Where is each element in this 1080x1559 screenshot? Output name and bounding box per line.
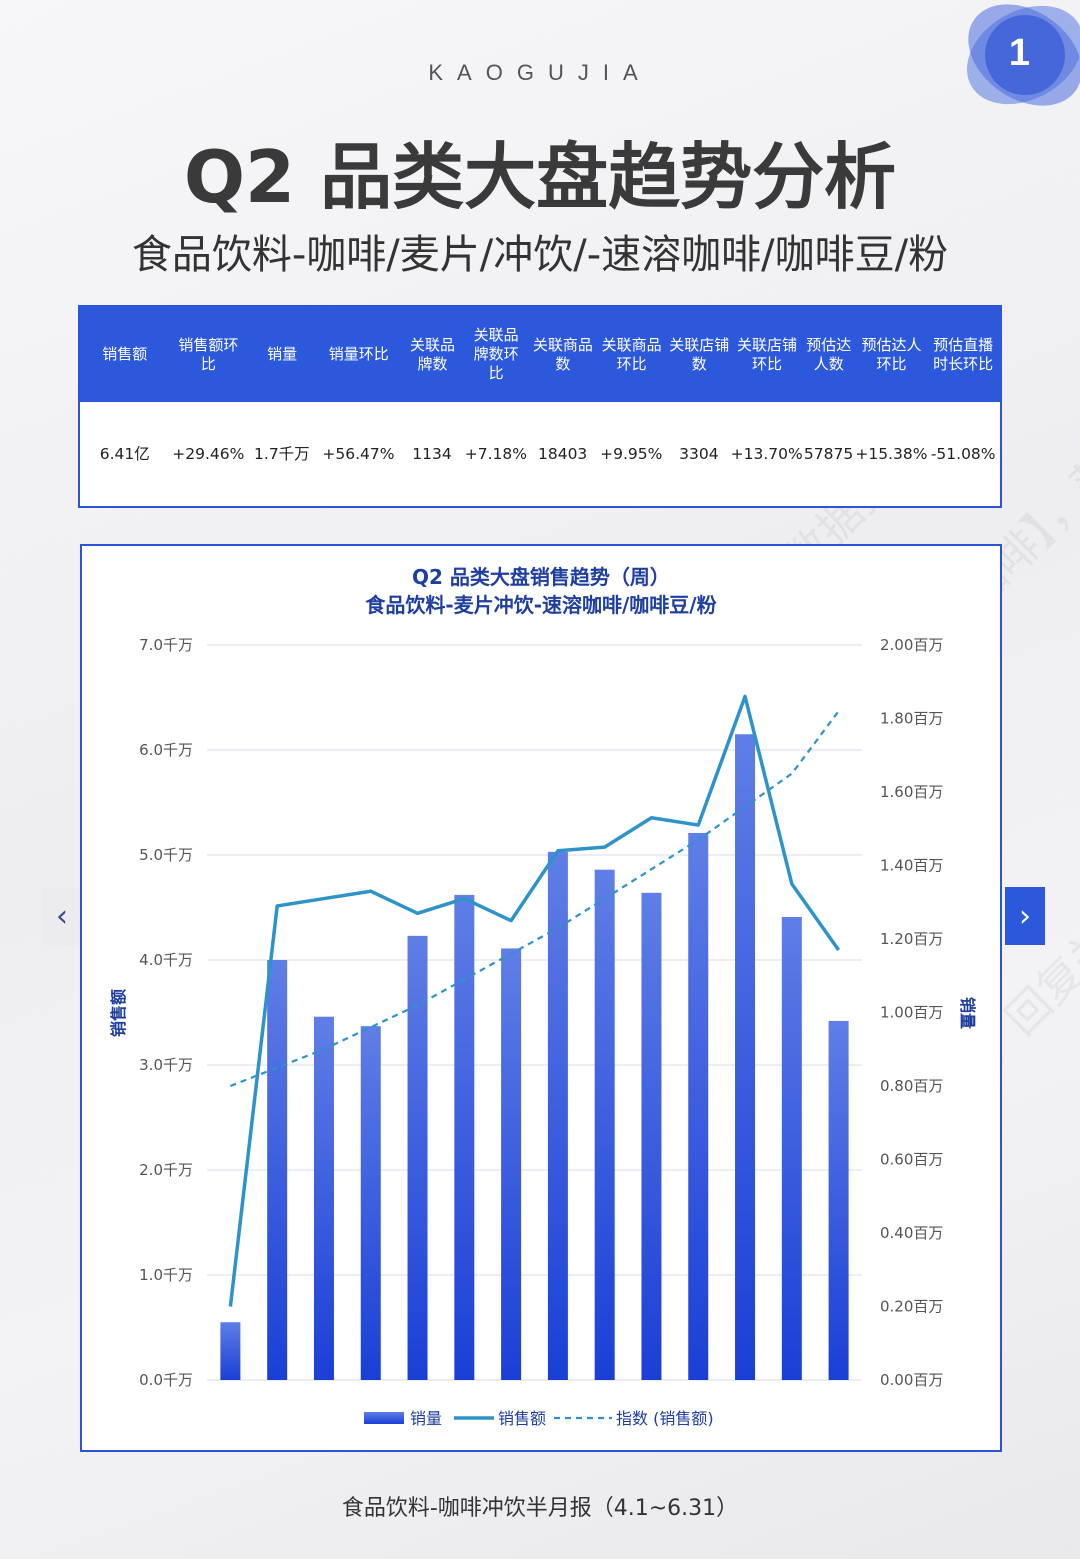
next-page-button[interactable]: › (1005, 887, 1045, 945)
kpi-header-cell: 预估达人环比 (861, 335, 922, 373)
left-tick-label: 3.0千万 (139, 1056, 193, 1074)
bar-7 (501, 948, 522, 1380)
footer-note: 食品饮料-咖啡冲饮半月报（4.1~6.31） (341, 1496, 739, 1521)
right-tick-label: 1.40百万 (880, 857, 943, 875)
kpi-value-cell: +9.95% (600, 444, 663, 463)
brand-name: KAOGUJIA (428, 60, 652, 85)
kpi-header-row: 销售额 销售额环比 销量 销量环比 关联品牌数 关联品牌数环比 关联商品数 关联商品环比 关联店… (80, 307, 1000, 402)
bar-1 (220, 1322, 241, 1380)
kpi-header-cell: 关联店铺环比 (737, 335, 798, 373)
left-tick-label: 4.0千万 (139, 951, 193, 969)
bar-3 (313, 1016, 334, 1380)
kpi-value-cell: +29.46% (172, 444, 245, 463)
left-tick-label: 0.0千万 (139, 1371, 193, 1389)
left-tick-label: 7.0千万 (139, 636, 193, 654)
kpi-value-cell: +13.70% (730, 444, 803, 463)
right-tick-label: 2.00百万 (880, 636, 943, 654)
right-tick-label: 1.00百万 (880, 1004, 943, 1022)
kpi-value-cell: 18403 (537, 444, 588, 463)
kpi-header-cell: 销量环比 (328, 345, 389, 363)
left-axis-title: 销售额 (109, 989, 128, 1037)
right-tick-label: 0.40百万 (880, 1224, 943, 1242)
legend-label-trend: 指数 (销售额) (616, 1409, 714, 1428)
right-tick-label: 1.60百万 (880, 783, 943, 801)
kpi-table: 销售额 销售额环比 销量 销量环比 关联品牌数 关联品牌数环比 关联商品数 关联商品环比 关联店… (78, 305, 1002, 508)
kpi-value-cell: +15.38% (855, 444, 928, 463)
bar-11 (688, 832, 709, 1380)
left-tick-label: 1.0千万 (139, 1266, 193, 1284)
kpi-header-cell: 预估达人数 (806, 335, 852, 373)
right-tick-label: 0.20百万 (880, 1298, 943, 1316)
left-tick-label: 2.0千万 (139, 1161, 193, 1179)
bar-12 (735, 734, 756, 1380)
bar-9 (594, 869, 615, 1380)
bar-10 (641, 892, 662, 1380)
right-tick-label: 1.80百万 (880, 710, 943, 728)
kpi-header-cell: 销售额环比 (178, 335, 239, 373)
kpi-header-cell: 销量 (267, 345, 298, 363)
chart-subtitle: 食品饮料-麦片冲饮-速溶咖啡/咖啡豆/粉 (365, 593, 716, 617)
kpi-value-row: 6.41亿 +29.46% 1.7千万 +56.47% 1134 +7.18% 18403 +… (80, 402, 1000, 506)
right-tick-label: 0.00百万 (880, 1371, 943, 1389)
right-axis-title: 销量 (958, 997, 977, 1029)
bar-13 (781, 916, 802, 1380)
legend-label-line: 销售额 (498, 1409, 546, 1428)
kpi-header-cell: 关联店铺数 (669, 335, 730, 373)
right-tick-label: 1.20百万 (880, 930, 943, 948)
legend-label-bars: 销量 (410, 1409, 442, 1428)
right-tick-label: 0.80百万 (880, 1077, 943, 1095)
kpi-value-cell: 3304 (679, 444, 719, 463)
page-title: Q2 品类大盘趋势分析 (183, 135, 897, 219)
prev-page-button[interactable]: ‹ (42, 887, 82, 945)
kpi-value-cell: 57875 (803, 444, 854, 463)
sales-trend-chart: Q2 品类大盘销售趋势（周） 食品饮料-麦片冲饮-速溶咖啡/咖啡豆/粉 0.0千万 1… (80, 544, 1002, 1452)
kpi-value-cell: +7.18% (464, 444, 527, 463)
left-tick-label: 6.0千万 (139, 741, 193, 759)
kpi-value-cell: 1134 (412, 444, 452, 463)
legend-bar-swatch (364, 1412, 404, 1424)
kpi-value-cell: 6.41亿 (99, 444, 150, 463)
bar-4 (360, 1026, 381, 1380)
page-subtitle: 食品饮料-咖啡/麦片/冲饮/-速溶咖啡/咖啡豆/粉 (131, 232, 949, 278)
kpi-header-cell: 销售额 (102, 345, 148, 363)
kpi-value-cell: -51.08% (930, 444, 996, 463)
kpi-header-cell: 关联商品环比 (601, 335, 662, 373)
left-tick-label: 5.0千万 (139, 846, 193, 864)
chart-title: Q2 品类大盘销售趋势（周） (412, 565, 670, 589)
kpi-header-cell: 预估直播时长环比 (933, 335, 994, 373)
kpi-header-cell: 关联品牌数环比 (473, 326, 519, 382)
kpi-value-cell: 1.7千万 (254, 444, 310, 463)
right-tick-label: 0.60百万 (880, 1151, 943, 1169)
kpi-header-cell: 关联品牌数 (409, 335, 455, 373)
bar-14 (828, 1020, 849, 1380)
bar-6 (454, 894, 475, 1380)
kpi-value-cell: +56.47% (322, 444, 395, 463)
kpi-header-cell: 关联商品数 (532, 335, 593, 373)
chart-svg: Q2 品类大盘销售趋势（周） 食品饮料-麦片冲饮-速溶咖啡/咖啡豆/粉 0.0千万 1… (109, 565, 977, 1428)
bar-2 (267, 960, 288, 1380)
